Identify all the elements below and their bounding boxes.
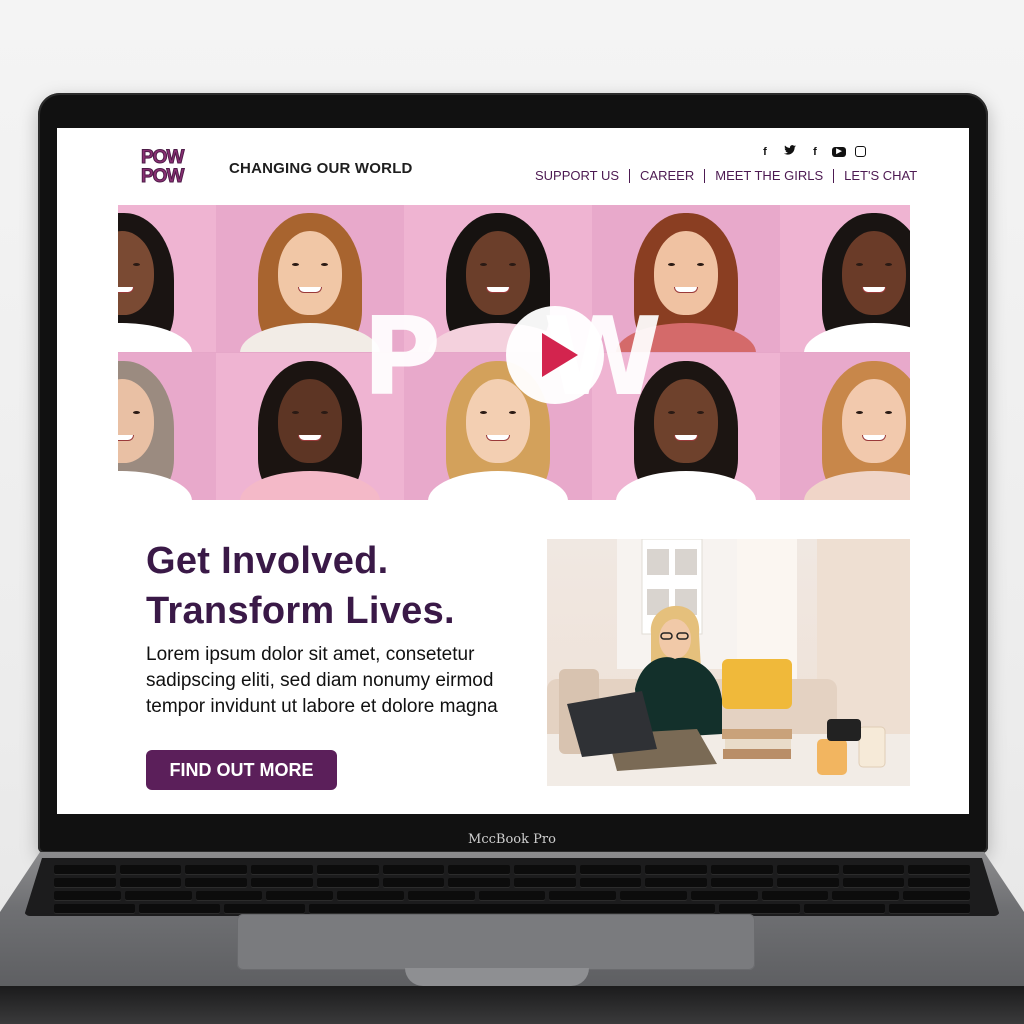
intro-paragraph: Lorem ipsum dolor sit amet, consetetur s… xyxy=(146,644,498,717)
instagram-icon[interactable] xyxy=(855,146,866,157)
facebook-icon[interactable]: f xyxy=(757,145,773,159)
portrait-tile xyxy=(780,353,910,500)
browser-viewport: POW POW CHANGING OUR WORLD f f ▶ SUPPORT… xyxy=(57,128,969,814)
surface-shadow xyxy=(0,986,1024,1024)
nav-support-us[interactable]: SUPPORT US xyxy=(525,169,629,183)
find-out-more-button[interactable]: FIND OUT MORE xyxy=(146,750,337,790)
logo-line-2: POW xyxy=(141,166,185,187)
nav-lets-chat[interactable]: LET'S CHAT xyxy=(833,169,927,183)
headline-line-2: Transform Lives. xyxy=(146,590,455,632)
facebook-icon[interactable]: f xyxy=(807,145,823,159)
keyboard-row xyxy=(54,865,971,874)
portrait-tile xyxy=(780,205,910,352)
lid-notch xyxy=(405,968,589,986)
woman-with-laptop-photo xyxy=(547,539,910,786)
headline-line-1: Get Involved. xyxy=(146,540,389,582)
nav-meet-the-girls[interactable]: MEET THE GIRLS xyxy=(704,169,833,183)
portrait-tile xyxy=(118,353,216,500)
keyboard-row xyxy=(54,878,971,887)
hero-video-banner[interactable]: PW xyxy=(118,205,910,500)
pow-logo[interactable]: POW POW xyxy=(141,148,205,194)
trackpad xyxy=(237,914,755,970)
site-header: POW POW CHANGING OUR WORLD f f ▶ SUPPORT… xyxy=(57,128,969,204)
portrait-tile xyxy=(118,205,216,352)
keyboard-row xyxy=(54,891,970,900)
main-nav: SUPPORT US CAREER MEET THE GIRLS LET'S C… xyxy=(525,169,927,183)
hero-word-left: P xyxy=(362,295,441,420)
nav-career[interactable]: CAREER xyxy=(629,169,704,183)
photo-illustration xyxy=(547,539,910,786)
page-headline: Get Involved. Transform Lives. xyxy=(146,536,455,636)
youtube-icon[interactable]: ▶ xyxy=(832,147,846,157)
keyboard-row xyxy=(54,904,971,913)
twitter-icon[interactable] xyxy=(782,145,798,159)
laptop-model-label: MccBook Pro xyxy=(468,832,556,847)
site-tagline: CHANGING OUR WORLD xyxy=(229,160,413,177)
social-links: f f ▶ xyxy=(757,145,866,159)
play-video-button[interactable] xyxy=(506,306,604,404)
logo-line-1: POW xyxy=(141,147,185,168)
keyboard xyxy=(24,858,1000,916)
